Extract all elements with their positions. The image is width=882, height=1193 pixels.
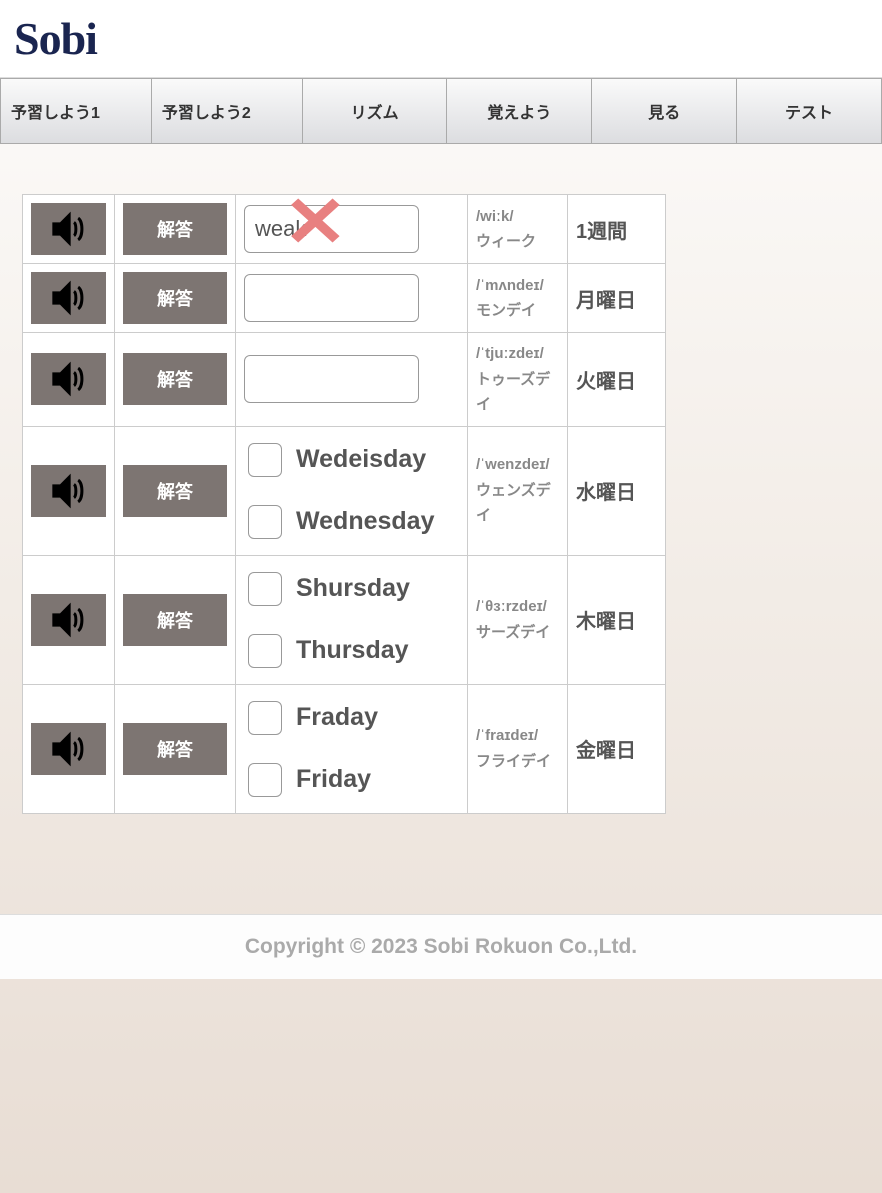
tab-preview1[interactable]: 予習しよう1 bbox=[0, 79, 152, 143]
nav-tabs: 予習しよう1 予習しよう2 リズム 覚えよう 見る テスト bbox=[0, 78, 882, 144]
japanese-meaning: 火曜日 bbox=[568, 333, 666, 427]
choice-option[interactable]: Friday bbox=[248, 763, 455, 797]
checkbox[interactable] bbox=[248, 634, 282, 668]
table-row: 解答 Wedeisday Wednesday/ˈwenzdeɪ/ウェンズデイ水曜日 bbox=[23, 426, 666, 555]
table-row: 解答 Fraday Friday/ˈfraɪdeɪ/フライデイ金曜日 bbox=[23, 684, 666, 813]
answer-input[interactable] bbox=[244, 205, 419, 253]
checkbox[interactable] bbox=[248, 701, 282, 735]
speaker-icon[interactable] bbox=[31, 723, 106, 775]
checkbox[interactable] bbox=[248, 505, 282, 539]
tab-test[interactable]: テスト bbox=[737, 79, 882, 143]
choice-option[interactable]: Wednesday bbox=[248, 505, 455, 539]
phonetic-text: /ˈθɜːrzdeɪ/サーズデイ bbox=[468, 555, 568, 684]
answer-input[interactable] bbox=[244, 274, 419, 322]
choice-option[interactable]: Wedeisday bbox=[248, 443, 455, 477]
content-area: 解答✕/wiːk/ウィーク1週間 解答/ˈmʌndeɪ/モンデイ月曜日 解答/ˈ… bbox=[0, 144, 882, 914]
speaker-icon[interactable] bbox=[31, 465, 106, 517]
phonetic-text: /ˈtjuːzdeɪ/トゥーズデイ bbox=[468, 333, 568, 427]
choice-option[interactable]: Fraday bbox=[248, 701, 455, 735]
header: Sobi bbox=[0, 0, 882, 78]
phonetic-text: /ˈwenzdeɪ/ウェンズデイ bbox=[468, 426, 568, 555]
table-row: 解答/ˈtjuːzdeɪ/トゥーズデイ火曜日 bbox=[23, 333, 666, 427]
answer-button[interactable]: 解答 bbox=[123, 594, 227, 646]
checkbox[interactable] bbox=[248, 572, 282, 606]
tab-rhythm[interactable]: リズム bbox=[303, 79, 448, 143]
answer-button[interactable]: 解答 bbox=[123, 723, 227, 775]
checkbox[interactable] bbox=[248, 443, 282, 477]
tab-memorize[interactable]: 覚えよう bbox=[447, 79, 592, 143]
quiz-table: 解答✕/wiːk/ウィーク1週間 解答/ˈmʌndeɪ/モンデイ月曜日 解答/ˈ… bbox=[22, 194, 666, 814]
answer-button[interactable]: 解答 bbox=[123, 203, 227, 255]
japanese-meaning: 木曜日 bbox=[568, 555, 666, 684]
phonetic-text: /ˈmʌndeɪ/モンデイ bbox=[468, 264, 568, 333]
japanese-meaning: 水曜日 bbox=[568, 426, 666, 555]
japanese-meaning: 月曜日 bbox=[568, 264, 666, 333]
speaker-icon[interactable] bbox=[31, 594, 106, 646]
phonetic-text: /wiːk/ウィーク bbox=[468, 195, 568, 264]
answer-button[interactable]: 解答 bbox=[123, 465, 227, 517]
choice-label: Shursday bbox=[296, 574, 410, 603]
japanese-meaning: 1週間 bbox=[568, 195, 666, 264]
checkbox[interactable] bbox=[248, 763, 282, 797]
speaker-icon[interactable] bbox=[31, 272, 106, 324]
speaker-icon[interactable] bbox=[31, 203, 106, 255]
table-row: 解答/ˈmʌndeɪ/モンデイ月曜日 bbox=[23, 264, 666, 333]
answer-input[interactable] bbox=[244, 355, 419, 403]
choice-option[interactable]: Thursday bbox=[248, 634, 455, 668]
speaker-icon[interactable] bbox=[31, 353, 106, 405]
tab-look[interactable]: 見る bbox=[592, 79, 737, 143]
choice-label: Fraday bbox=[296, 703, 378, 732]
table-row: 解答 Shursday Thursday/ˈθɜːrzdeɪ/サーズデイ木曜日 bbox=[23, 555, 666, 684]
table-row: 解答✕/wiːk/ウィーク1週間 bbox=[23, 195, 666, 264]
choice-label: Thursday bbox=[296, 636, 409, 665]
answer-button[interactable]: 解答 bbox=[123, 353, 227, 405]
choice-label: Wednesday bbox=[296, 507, 434, 536]
footer-copyright: Copyright © 2023 Sobi Rokuon Co.,Ltd. bbox=[0, 914, 882, 979]
choice-option[interactable]: Shursday bbox=[248, 572, 455, 606]
choice-label: Friday bbox=[296, 765, 371, 794]
answer-button[interactable]: 解答 bbox=[123, 272, 227, 324]
tab-preview2[interactable]: 予習しよう2 bbox=[152, 79, 303, 143]
japanese-meaning: 金曜日 bbox=[568, 684, 666, 813]
phonetic-text: /ˈfraɪdeɪ/フライデイ bbox=[468, 684, 568, 813]
choice-label: Wedeisday bbox=[296, 445, 426, 474]
site-logo: Sobi bbox=[14, 12, 868, 65]
